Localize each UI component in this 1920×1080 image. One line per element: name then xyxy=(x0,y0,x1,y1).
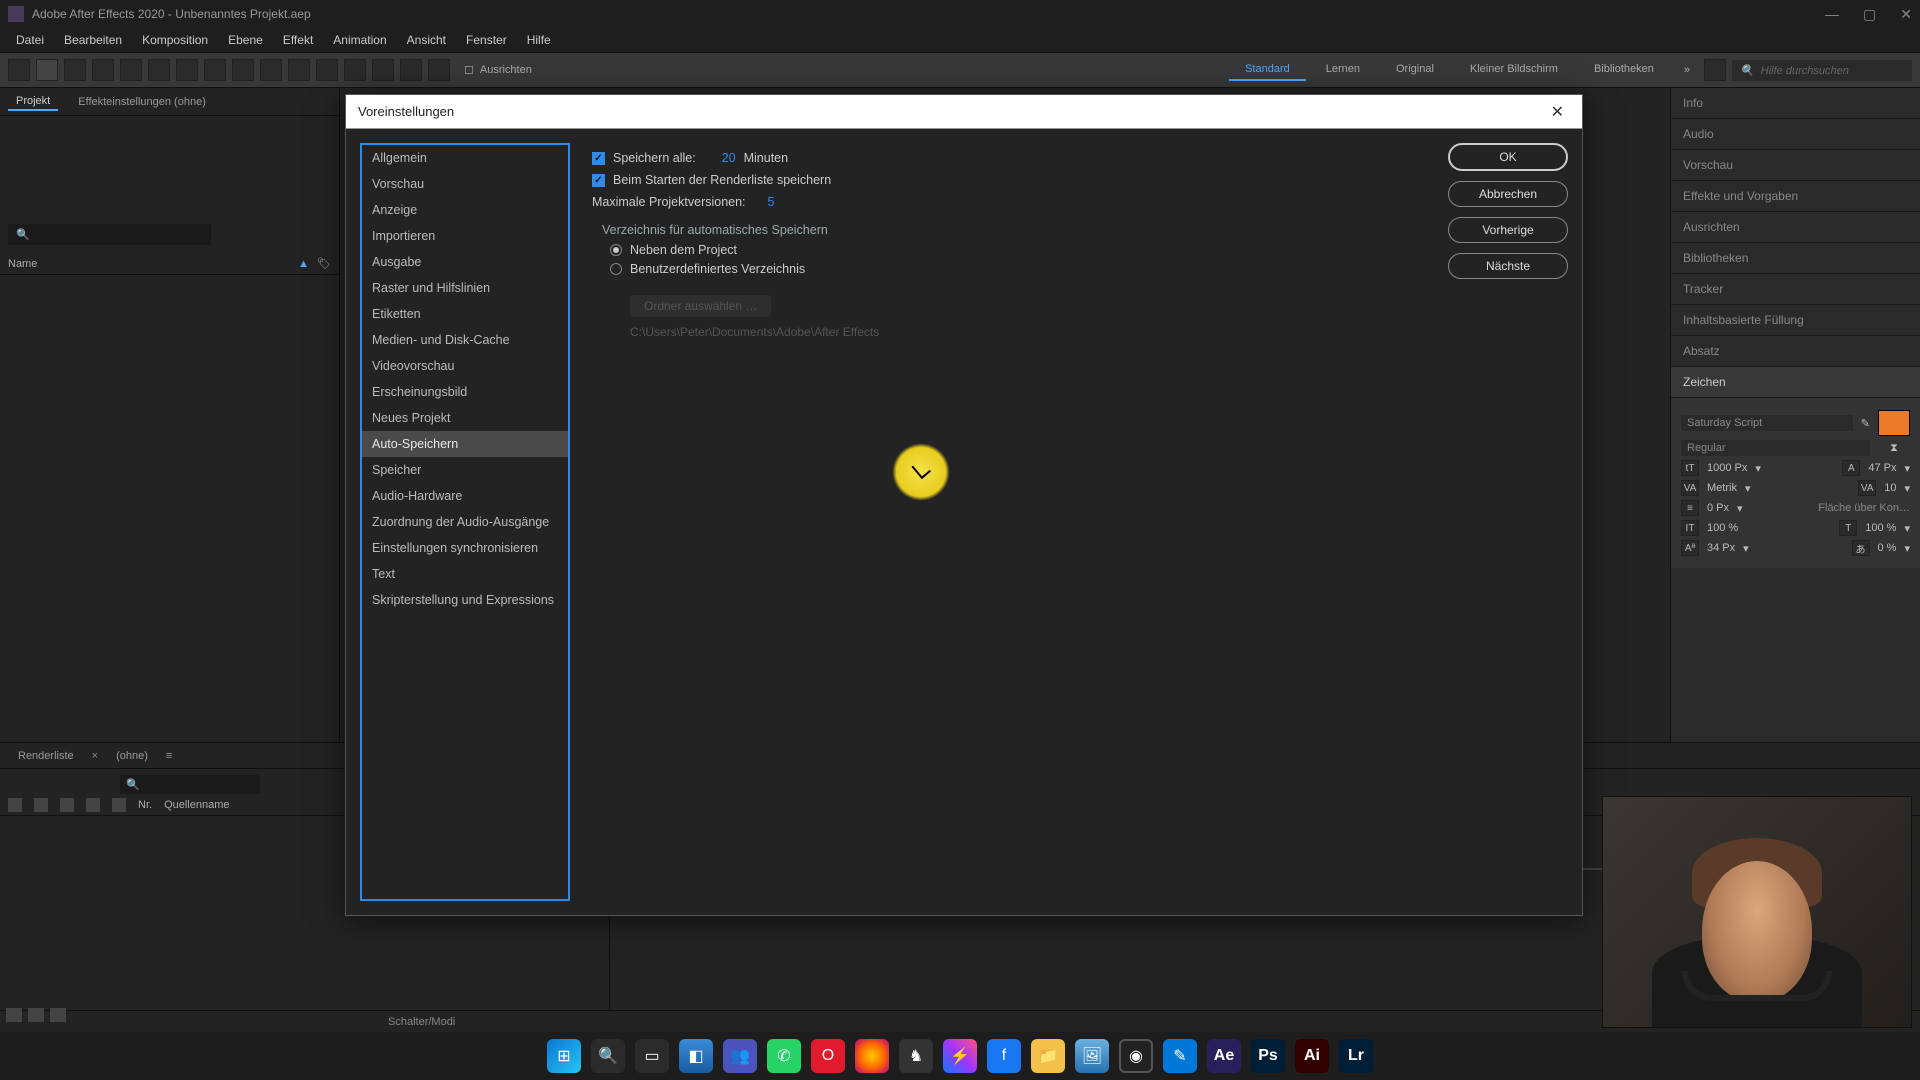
taskbar-photos-icon[interactable]: 🖼 xyxy=(1075,1039,1109,1073)
save-on-render-label: Beim Starten der Renderliste speichern xyxy=(613,173,831,187)
pref-category-auto-speichern[interactable]: Auto-Speichern xyxy=(362,431,568,457)
taskbar-after-effects-icon[interactable]: Ae xyxy=(1207,1039,1241,1073)
taskbar-windows-start-icon[interactable]: ⊞ xyxy=(547,1039,581,1073)
taskbar-lightroom-icon[interactable]: Lr xyxy=(1339,1039,1373,1073)
pref-category-anzeige[interactable]: Anzeige xyxy=(362,197,568,223)
cancel-button[interactable]: Abbrechen xyxy=(1448,181,1568,207)
pref-category-text[interactable]: Text xyxy=(362,561,568,587)
pref-category-medien-und-disk-cache[interactable]: Medien- und Disk-Cache xyxy=(362,327,568,353)
autosave-path: C:\Users\Peter\Documents\Adobe\After Eff… xyxy=(630,325,1426,339)
webcam-overlay xyxy=(1602,796,1912,1028)
preferences-dialog: Voreinstellungen ✕ AllgemeinVorschauAnze… xyxy=(345,94,1583,916)
toggle-switches-icon[interactable] xyxy=(6,1008,22,1022)
taskbar-photoshop-icon[interactable]: Ps xyxy=(1251,1039,1285,1073)
taskbar-illustrator-icon[interactable]: Ai xyxy=(1295,1039,1329,1073)
toggle-modes-icon[interactable] xyxy=(28,1008,44,1022)
dialog-title: Voreinstellungen xyxy=(358,104,454,119)
radio-next-to-project-label: Neben dem Project xyxy=(630,243,737,257)
save-every-value[interactable]: 20 xyxy=(722,151,736,165)
checkbox-save-on-render[interactable]: ✓ xyxy=(592,174,605,187)
pref-category-skripterstellung-und-expressions[interactable]: Skripterstellung und Expressions xyxy=(362,587,568,613)
pref-category-audio-hardware[interactable]: Audio-Hardware xyxy=(362,483,568,509)
pref-category-videovorschau[interactable]: Videovorschau xyxy=(362,353,568,379)
pref-category-speicher[interactable]: Speicher xyxy=(362,457,568,483)
taskbar-opera-icon[interactable]: O xyxy=(811,1039,845,1073)
pref-category-vorschau[interactable]: Vorschau xyxy=(362,171,568,197)
pref-category-ausgabe[interactable]: Ausgabe xyxy=(362,249,568,275)
toggle-parent-icon[interactable] xyxy=(50,1008,66,1022)
pref-category-raster-und-hilfslinien[interactable]: Raster und Hilfslinien xyxy=(362,275,568,301)
taskbar-search-icon[interactable]: 🔍 xyxy=(591,1039,625,1073)
cursor-highlight-icon xyxy=(892,443,950,501)
pref-category-zuordnung-der-audio-ausgänge[interactable]: Zuordnung der Audio-Ausgänge xyxy=(362,509,568,535)
taskbar-teams-icon[interactable]: 👥 xyxy=(723,1039,757,1073)
preferences-content: ✓ Speichern alle: 20 Minuten ✓ Beim Star… xyxy=(584,143,1434,901)
taskbar-firefox-icon[interactable] xyxy=(855,1039,889,1073)
pref-category-einstellungen-synchronisieren[interactable]: Einstellungen synchronisieren xyxy=(362,535,568,561)
windows-taskbar: ⊞ 🔍 ▭ ◧ 👥 ✆ O ♞ ⚡ f 📁 🖼 ◉ ✎ Ae Ps Ai Lr xyxy=(0,1032,1920,1080)
pref-category-neues-projekt[interactable]: Neues Projekt xyxy=(362,405,568,431)
taskbar-messenger-icon[interactable]: ⚡ xyxy=(943,1039,977,1073)
radio-custom-directory-label: Benutzerdefiniertes Verzeichnis xyxy=(630,262,805,276)
taskbar-whatsapp-icon[interactable]: ✆ xyxy=(767,1039,801,1073)
autosave-directory-group-label: Verzeichnis für automatisches Speichern xyxy=(602,223,1426,237)
ok-button[interactable]: OK xyxy=(1448,143,1568,171)
max-versions-value[interactable]: 5 xyxy=(768,195,775,209)
max-versions-label: Maximale Projektversionen: xyxy=(592,195,746,209)
pref-category-erscheinungsbild[interactable]: Erscheinungsbild xyxy=(362,379,568,405)
taskbar-app-generic-1-icon[interactable]: ♞ xyxy=(899,1039,933,1073)
taskbar-task-view-icon[interactable]: ▭ xyxy=(635,1039,669,1073)
choose-folder-button: Ordner auswählen … xyxy=(630,295,771,317)
dialog-close-icon[interactable]: ✕ xyxy=(1545,102,1570,122)
taskbar-facebook-icon[interactable]: f xyxy=(987,1039,1021,1073)
previous-button[interactable]: Vorherige xyxy=(1448,217,1568,243)
taskbar-widgets-icon[interactable]: ◧ xyxy=(679,1039,713,1073)
radio-next-to-project[interactable] xyxy=(610,244,622,256)
taskbar-file-explorer-icon[interactable]: 📁 xyxy=(1031,1039,1065,1073)
taskbar-obs-icon[interactable]: ◉ xyxy=(1119,1039,1153,1073)
save-every-unit: Minuten xyxy=(744,151,788,165)
save-every-label: Speichern alle: xyxy=(613,151,696,165)
pref-category-allgemein[interactable]: Allgemein xyxy=(362,145,568,171)
next-button[interactable]: Nächste xyxy=(1448,253,1568,279)
preferences-category-list: AllgemeinVorschauAnzeigeImportierenAusga… xyxy=(360,143,570,901)
checkbox-save-every[interactable]: ✓ xyxy=(592,152,605,165)
timeline-footer-icons xyxy=(6,1008,66,1028)
radio-custom-directory[interactable] xyxy=(610,263,622,275)
taskbar-app-generic-2-icon[interactable]: ✎ xyxy=(1163,1039,1197,1073)
pref-category-etiketten[interactable]: Etiketten xyxy=(362,301,568,327)
pref-category-importieren[interactable]: Importieren xyxy=(362,223,568,249)
